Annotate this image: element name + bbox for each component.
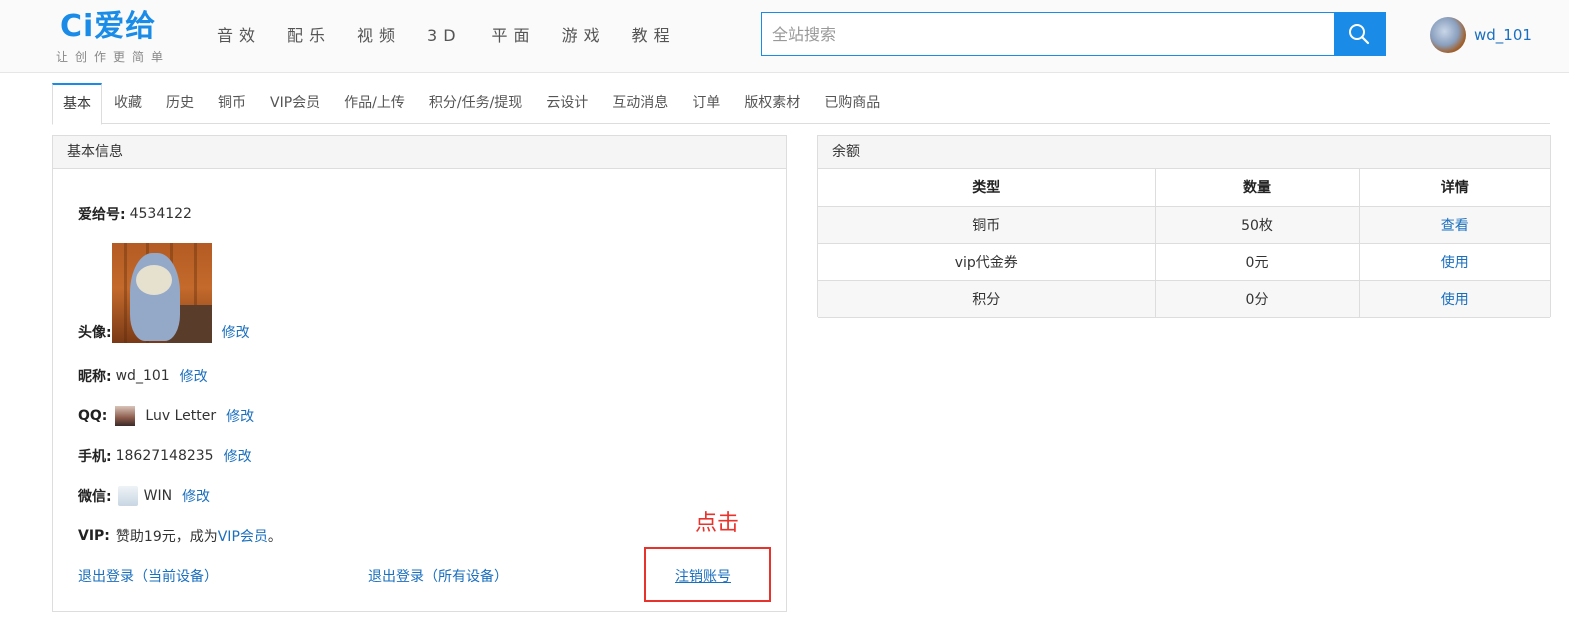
phone-row: 手机: 18627148235 修改 — [78, 446, 252, 466]
tab-orders[interactable]: 订单 — [680, 83, 732, 124]
avatar-label: 头像: — [78, 325, 112, 341]
user-avatar[interactable] — [1430, 17, 1466, 53]
table-row: 铜币 50枚 查看 — [818, 206, 1550, 244]
nav-item-sound-effects[interactable]: 音效 — [217, 24, 261, 48]
tab-points-tasks[interactable]: 积分/任务/提现 — [417, 83, 534, 124]
nickname-value: wd_101 — [115, 368, 170, 384]
balance-amount: 0元 — [1155, 243, 1360, 281]
avatar-row: 头像: 修改 — [78, 243, 250, 343]
site-logo[interactable]: Ci爱给 让创作更简单 — [56, 10, 186, 68]
nickname-row: 昵称: wd_101 修改 — [78, 366, 208, 386]
tab-basic[interactable]: 基本 — [52, 83, 102, 125]
wechat-avatar-icon — [117, 486, 138, 506]
search-icon — [1349, 24, 1370, 45]
use-voucher-link[interactable]: 使用 — [1441, 255, 1469, 271]
tab-history[interactable]: 历史 — [154, 83, 206, 124]
tab-works-upload[interactable]: 作品/上传 — [332, 83, 417, 124]
vip-row: VIP: 赞助19元，成为 VIP会员 。 — [78, 526, 282, 546]
logo-slogan: 让创作更简单 — [56, 50, 171, 64]
wechat-label: 微信: — [78, 489, 112, 505]
nav-item-video[interactable]: 视频 — [357, 24, 401, 48]
vip-member-link[interactable]: VIP会员 — [218, 526, 268, 546]
view-coins-link[interactable]: 查看 — [1441, 218, 1469, 234]
edit-avatar-link[interactable]: 修改 — [222, 322, 250, 342]
phone-label: 手机: — [78, 449, 112, 465]
basic-info-panel: 基本信息 爱给号: 4534122 头像: 修改 昵称: wd_101 修改 Q… — [52, 135, 787, 612]
tab-vip[interactable]: VIP会员 — [258, 83, 332, 124]
balance-panel: 余额 类型 数量 详情 铜币 50枚 查看 vip代金券 0元 使用 积分 0分 — [817, 135, 1551, 318]
main-nav: 音效 配乐 视频 3D 平面 游戏 教程 — [217, 24, 702, 48]
balance-table: 类型 数量 详情 铜币 50枚 查看 vip代金券 0元 使用 积分 0分 使用 — [818, 169, 1550, 318]
edit-nickname-link[interactable]: 修改 — [180, 366, 208, 386]
col-detail-header: 详情 — [1359, 169, 1550, 207]
click-annotation-label: 点击 — [695, 511, 740, 536]
qq-row: QQ: Luv Letter 修改 — [78, 406, 254, 426]
tab-purchased[interactable]: 已购商品 — [812, 83, 892, 124]
logo-text: Ci爱给 — [60, 9, 157, 44]
col-amount-header: 数量 — [1155, 169, 1360, 207]
table-row: vip代金券 0元 使用 — [818, 243, 1550, 281]
basic-info-title: 基本信息 — [53, 136, 786, 169]
vip-text-end: 。 — [267, 529, 282, 545]
edit-wechat-link[interactable]: 修改 — [182, 486, 210, 506]
balance-type: 积分 — [818, 280, 1156, 318]
account-id-value: 4534122 — [129, 206, 192, 222]
balance-amount: 50枚 — [1155, 206, 1360, 244]
balance-type: vip代金券 — [818, 243, 1156, 281]
tab-copyright-assets[interactable]: 版权素材 — [732, 83, 812, 124]
nav-item-3d[interactable]: 3D — [427, 24, 462, 48]
qq-value: Luv Letter — [145, 408, 217, 424]
tab-coins[interactable]: 铜币 — [206, 83, 258, 124]
nav-item-graphic[interactable]: 平面 — [492, 24, 536, 48]
user-menu[interactable]: wd_101 — [1430, 16, 1532, 54]
vip-text: 赞助19元，成为 — [115, 529, 218, 545]
account-tabs: 基本 收藏 历史 铜币 VIP会员 作品/上传 积分/任务/提现 云设计 互动消… — [52, 83, 1550, 125]
wechat-row: 微信: WIN 修改 — [78, 486, 210, 506]
wechat-value: WIN — [143, 488, 173, 504]
search-button[interactable] — [1334, 12, 1385, 56]
nav-item-games[interactable]: 游戏 — [562, 24, 606, 48]
cancel-account-link[interactable]: 注销账号 — [675, 566, 731, 586]
nav-item-tutorials[interactable]: 教程 — [632, 24, 676, 48]
balance-header-row: 类型 数量 详情 — [818, 169, 1550, 207]
table-row: 积分 0分 使用 — [818, 280, 1550, 318]
search-box — [761, 12, 1386, 56]
edit-phone-link[interactable]: 修改 — [224, 446, 252, 466]
account-id-label: 爱给号: — [78, 207, 126, 223]
logout-all-devices-link[interactable]: 退出登录（所有设备） — [368, 566, 508, 586]
search-input[interactable] — [762, 13, 1336, 55]
balance-amount: 0分 — [1155, 280, 1360, 318]
tab-cloud-design[interactable]: 云设计 — [534, 83, 600, 124]
account-id-row: 爱给号: 4534122 — [78, 204, 192, 224]
logout-current-device-link[interactable]: 退出登录（当前设备） — [78, 566, 218, 586]
tab-messages[interactable]: 互动消息 — [600, 83, 680, 124]
col-type-header: 类型 — [818, 169, 1156, 207]
site-header: Ci爱给 让创作更简单 音效 配乐 视频 3D 平面 游戏 教程 wd_101 — [0, 0, 1569, 73]
nickname-label: 昵称: — [78, 369, 112, 385]
balance-title: 余额 — [818, 136, 1550, 169]
qq-avatar-icon — [115, 406, 136, 426]
edit-qq-link[interactable]: 修改 — [226, 406, 254, 426]
username[interactable]: wd_101 — [1474, 26, 1532, 44]
use-points-link[interactable]: 使用 — [1441, 292, 1469, 308]
balance-type: 铜币 — [818, 206, 1156, 244]
tab-favorites[interactable]: 收藏 — [102, 83, 154, 124]
vip-label: VIP: — [78, 528, 110, 544]
phone-value: 18627148235 — [115, 448, 214, 464]
logout-row: 退出登录（当前设备） 退出登录（所有设备） — [78, 566, 508, 586]
profile-avatar — [111, 243, 212, 343]
nav-item-music[interactable]: 配乐 — [287, 24, 331, 48]
qq-label: QQ: — [78, 408, 108, 424]
